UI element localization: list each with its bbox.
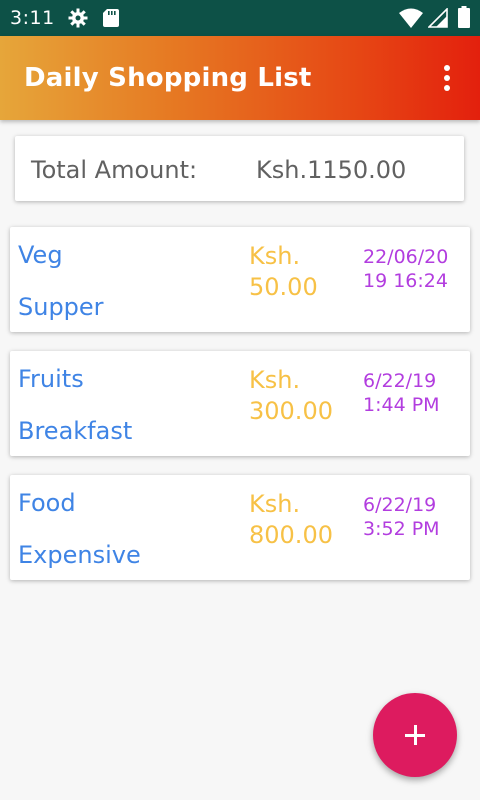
status-time: 3:11 <box>10 7 55 29</box>
item-currency: Ksh. <box>249 242 301 270</box>
overflow-menu-icon[interactable] <box>432 62 462 94</box>
item-amount-value: 50.00 <box>249 273 318 301</box>
signal-icon <box>428 8 448 28</box>
item-date: 22/06/2019 16:24 <box>363 246 449 292</box>
status-bar: 3:11 <box>0 0 480 36</box>
battery-icon <box>458 6 470 28</box>
add-item-button[interactable] <box>373 693 457 777</box>
item-name: Fruits <box>18 365 84 393</box>
item-category: Breakfast <box>18 417 133 445</box>
item-currency: Ksh. <box>249 366 301 394</box>
wifi-icon <box>399 8 423 28</box>
item-name: Food <box>18 489 76 517</box>
item-category: Expensive <box>18 541 141 569</box>
item-currency: Ksh. <box>249 490 301 518</box>
item-amount: Ksh. 300.00 <box>249 365 349 427</box>
list-item[interactable]: Food Expensive Ksh. 800.00 6/22/19 3:52 … <box>10 475 470 580</box>
item-date: 6/22/19 1:44 PM <box>363 370 440 416</box>
total-amount-card: Total Amount: Ksh.1150.00 <box>15 136 464 201</box>
item-amount: Ksh. 50.00 <box>249 241 349 303</box>
list-item[interactable]: Fruits Breakfast Ksh. 300.00 6/22/19 1:4… <box>10 351 470 456</box>
item-name: Veg <box>18 241 63 269</box>
sd-card-icon <box>103 9 119 27</box>
item-date: 6/22/19 3:52 PM <box>363 494 440 540</box>
total-amount-value: Ksh.1150.00 <box>256 156 407 184</box>
gear-icon <box>68 8 88 28</box>
list-item[interactable]: Veg Supper Ksh. 50.00 22/06/2019 16:24 <box>10 227 470 332</box>
item-amount-value: 300.00 <box>249 397 333 425</box>
item-amount-value: 800.00 <box>249 521 333 549</box>
total-amount-label: Total Amount: <box>31 156 198 184</box>
page-title: Daily Shopping List <box>24 63 312 93</box>
app-bar: Daily Shopping List <box>0 36 480 120</box>
item-amount: Ksh. 800.00 <box>249 489 349 551</box>
item-category: Supper <box>18 293 104 321</box>
